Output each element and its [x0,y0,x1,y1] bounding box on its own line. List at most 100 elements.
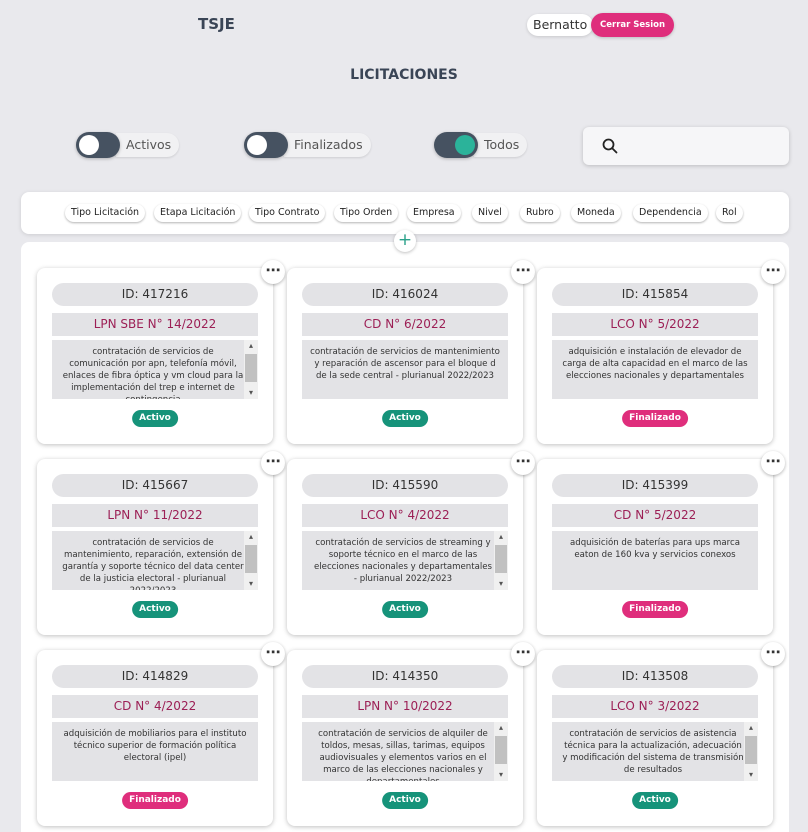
card-code: LPN N° 11/2022 [52,504,258,527]
scroll-up-icon[interactable]: ▴ [244,531,258,543]
scrollbar-thumb[interactable] [245,354,257,382]
card-description-text: contratación de servicios de comunicació… [62,347,244,399]
licitacion-card[interactable]: ⋯ ID: 416024 CD N° 6/2022 contratación de s… [287,260,535,444]
more-options-icon[interactable]: ⋯ [511,451,535,475]
card-id: ID: 417216 [52,283,258,306]
card-description: adquisición de baterías para ups marca e… [552,531,758,590]
more-options-icon[interactable]: ⋯ [761,642,785,666]
licitacion-card[interactable]: ⋯ ID: 415667 LPN N° 11/2022 contratación de… [37,451,285,635]
card-code: LPN SBE N° 14/2022 [52,313,258,336]
scroll-up-icon[interactable]: ▴ [494,531,508,543]
toggle-switch[interactable] [76,132,120,158]
scrollbar[interactable]: ▴ ▾ [744,722,758,781]
card-code: CD N° 6/2022 [302,313,508,336]
toggle-switch[interactable] [244,132,288,158]
page-title: LICITACIONES [350,67,458,83]
scroll-down-icon[interactable]: ▾ [744,769,758,781]
card-id: ID: 416024 [302,283,508,306]
add-button[interactable]: + [394,230,416,252]
scrollbar-thumb[interactable] [495,736,507,764]
toggle-todos[interactable]: Todos [434,132,528,158]
card-description: adquisición e instalación de elevador de… [552,340,758,399]
status-badge: Activo [132,601,178,618]
more-options-icon[interactable]: ⋯ [261,642,285,666]
licitacion-card[interactable]: ⋯ ID: 414829 CD N° 4/2022 adquisición de mo… [37,642,285,826]
more-options-icon[interactable]: ⋯ [261,260,285,284]
toggle-label: Finalizados [284,133,371,157]
card-id: ID: 413508 [552,665,758,688]
scroll-down-icon[interactable]: ▾ [244,387,258,399]
card-description: contratación de servicios de mantenimien… [52,531,258,590]
filter-chip-tipo-licitacion[interactable]: Tipo Licitación [65,204,146,222]
card-id: ID: 415854 [552,283,758,306]
card-id: ID: 415667 [52,474,258,497]
search-box [583,127,789,165]
licitacion-card[interactable]: ⋯ ID: 417216 LPN SBE N° 14/2022 contratació… [37,260,285,444]
scroll-up-icon[interactable]: ▴ [244,340,258,352]
filter-chip-rubro[interactable]: Rubro [520,204,560,222]
filter-chip-etapa-licitacion[interactable]: Etapa Licitación [154,204,242,222]
card-code: LCO N° 3/2022 [552,695,758,718]
card-description: contratación de servicios de streaming y… [302,531,508,590]
search-icon[interactable] [602,138,618,154]
more-options-icon[interactable]: ⋯ [761,451,785,475]
card-description: contratación de servicios de mantenimien… [302,340,508,399]
card-id: ID: 414829 [52,665,258,688]
licitacion-card[interactable]: ⋯ ID: 413508 LCO N° 3/2022 contratación de … [537,642,785,826]
scrollbar-thumb[interactable] [245,545,257,573]
card-code: CD N° 4/2022 [52,695,258,718]
filter-chip-empresa[interactable]: Empresa [407,204,461,222]
card-code: LCO N° 5/2022 [552,313,758,336]
logout-button[interactable]: Cerrar Sesion [591,13,675,37]
scroll-up-icon[interactable]: ▴ [744,722,758,734]
filter-chip-nivel[interactable]: Nivel [472,204,508,222]
more-options-icon[interactable]: ⋯ [511,642,535,666]
toggle-switch[interactable] [434,132,478,158]
scrollbar-thumb[interactable] [745,736,757,764]
scrollbar-thumb[interactable] [495,545,507,573]
scroll-up-icon[interactable]: ▴ [494,722,508,734]
filter-chip-moneda[interactable]: Moneda [571,204,621,222]
toggle-activos[interactable]: Activos [76,132,180,158]
brand: TSJE [198,15,235,33]
filter-chip-tipo-contrato[interactable]: Tipo Contrato [249,204,326,222]
toggle-label: Todos [474,133,528,157]
card-id: ID: 415399 [552,474,758,497]
scroll-down-icon[interactable]: ▾ [244,578,258,590]
card-code: LCO N° 4/2022 [302,504,508,527]
card-description-text: adquisición e instalación de elevador de… [562,347,748,381]
card-description-text: contratación de servicios de asistencia … [562,729,744,775]
licitacion-card[interactable]: ⋯ ID: 415590 LCO N° 4/2022 contratación de … [287,451,535,635]
card-description-text: adquisición de mobiliarios para el insti… [63,729,247,763]
scrollbar[interactable]: ▴ ▾ [244,340,258,399]
card-description-text: adquisición de baterías para ups marca e… [569,538,740,560]
scrollbar[interactable]: ▴ ▾ [494,722,508,781]
filter-chip-tipo-orden[interactable]: Tipo Orden [334,204,399,222]
licitacion-card[interactable]: ⋯ ID: 415854 LCO N° 5/2022 adquisición e in… [537,260,785,444]
search-input[interactable] [627,135,777,157]
licitacion-card[interactable]: ⋯ ID: 415399 CD N° 5/2022 adquisición de ba… [537,451,785,635]
user-name: Bernatto [527,14,594,36]
licitacion-card[interactable]: ⋯ ID: 414350 LPN N° 10/2022 contratación de… [287,642,535,826]
toggle-finalizados[interactable]: Finalizados [244,132,371,158]
scrollbar[interactable]: ▴ ▾ [244,531,258,590]
status-badge: Activo [382,792,428,809]
more-options-icon[interactable]: ⋯ [511,260,535,284]
card-description-text: contratación de servicios de mantenimien… [62,538,244,590]
card-description: contratación de servicios de alquiler de… [302,722,508,781]
filter-chip-rol[interactable]: Rol [716,204,743,222]
card-id: ID: 415590 [302,474,508,497]
more-options-icon[interactable]: ⋯ [261,451,285,475]
status-badge: Activo [632,792,678,809]
status-badge: Finalizado [622,410,688,427]
card-description: contratación de servicios de asistencia … [552,722,758,781]
scrollbar[interactable]: ▴ ▾ [494,531,508,590]
filter-chip-dependencia[interactable]: Dependencia [633,204,708,222]
status-badge: Activo [382,410,428,427]
scroll-down-icon[interactable]: ▾ [494,769,508,781]
toggle-label: Activos [116,133,180,157]
card-description: contratación de servicios de comunicació… [52,340,258,399]
card-code: LPN N° 10/2022 [302,695,508,718]
more-options-icon[interactable]: ⋯ [761,260,785,284]
scroll-down-icon[interactable]: ▾ [494,578,508,590]
